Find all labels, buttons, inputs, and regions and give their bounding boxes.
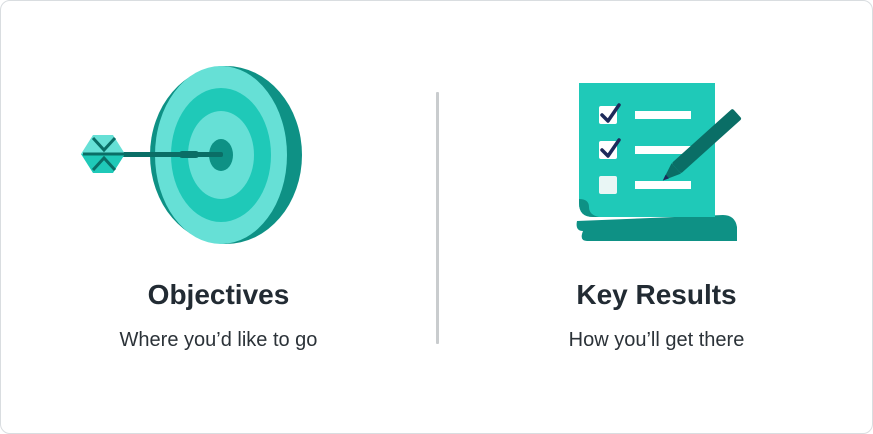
checklist-pencil-icon [576,83,742,241]
okr-card: Objectives Where you’d like to go Key Re… [0,0,873,434]
key-results-panel: Key Results How you’ll get there [439,1,873,433]
key-results-title: Key Results [576,279,737,310]
objectives-title: Objectives [147,279,290,310]
dartboard-icon [81,66,302,244]
objectives-subtitle: Where you’d like to go [119,329,318,351]
key-results-subtitle: How you’ll get there [568,329,745,351]
objectives-panel: Objectives Where you’d like to go [1,1,436,433]
